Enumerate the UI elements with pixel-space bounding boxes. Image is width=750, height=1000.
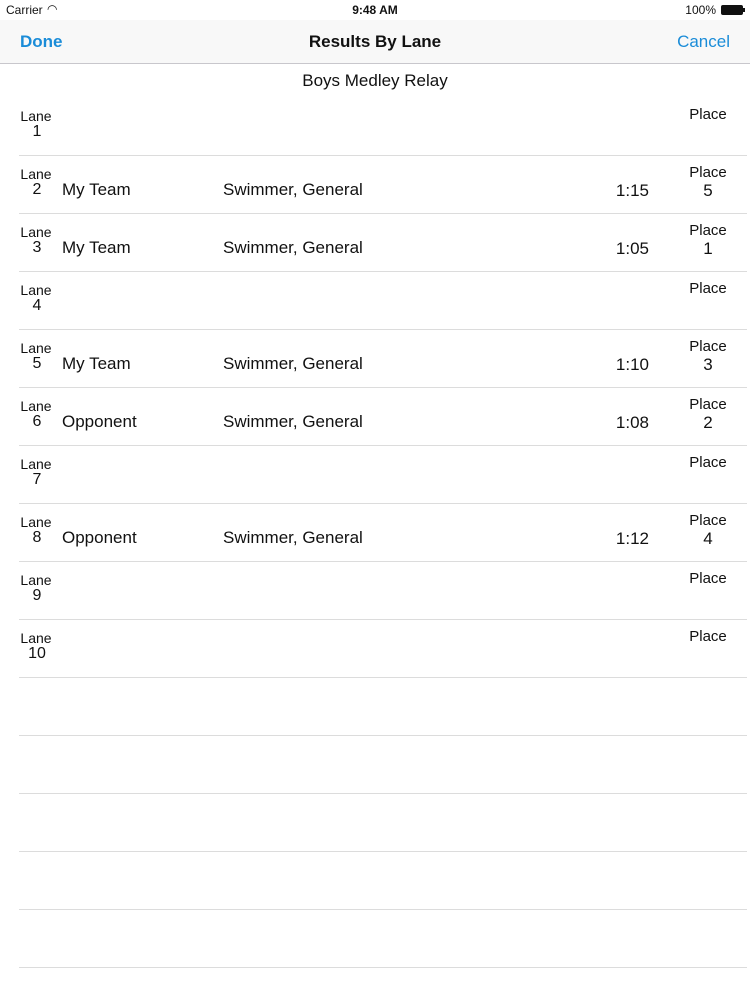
event-title: Boys Medley Relay [302, 71, 448, 90]
lane-row[interactable]: Lane 3 My Team Swimmer, General 1:05 Pla… [19, 214, 747, 272]
lane-row[interactable]: Lane 5 My Team Swimmer, General 1:10 Pla… [19, 330, 747, 388]
swimmer-name: Swimmer, General [223, 354, 363, 373]
team-name: Opponent [62, 412, 137, 431]
lane-number: 5 [32, 355, 42, 372]
result-time: 1:10 [615, 355, 649, 374]
empty-row [19, 736, 747, 794]
lane-number: 3 [32, 239, 42, 256]
lane-label: Lane [20, 514, 52, 530]
team-name: My Team [62, 238, 131, 257]
lane-label: Lane [20, 108, 52, 124]
team-name: My Team [62, 180, 131, 199]
place-label: Place [689, 280, 727, 297]
place-label: Place [689, 106, 727, 123]
empty-row [19, 910, 747, 968]
page-title: Results By Lane [308, 32, 442, 51]
lane-label: Lane [20, 398, 52, 414]
lane-label: Lane [20, 572, 52, 588]
place-label: Place [689, 454, 727, 471]
place-label: Place [689, 512, 727, 529]
lane-row[interactable]: Lane 2 My Team Swimmer, General 1:15 Pla… [19, 156, 747, 214]
navigation-bar: Done Results By Lane Cancel [0, 20, 750, 64]
swimmer-name: Swimmer, General [223, 528, 363, 547]
place-label: Place [689, 222, 727, 239]
place-number: 3 [703, 355, 713, 374]
lane-label: Lane [20, 282, 52, 298]
empty-row [19, 678, 747, 736]
place-label: Place [689, 396, 727, 413]
place-number: 5 [703, 181, 713, 200]
lane-results-list: Lane 1 Place Lane 2 My Team Swimmer, Gen… [19, 98, 747, 968]
battery-icon [721, 5, 745, 15]
lane-number: 4 [32, 297, 42, 314]
result-time: 1:05 [615, 239, 649, 258]
lane-number: 2 [32, 181, 42, 198]
lane-label: Lane [20, 166, 52, 182]
lane-number: 7 [32, 471, 42, 488]
lane-label: Lane [20, 630, 52, 646]
lane-label: Lane [20, 224, 52, 240]
cancel-button[interactable]: Cancel [677, 32, 730, 52]
team-name: My Team [62, 354, 131, 373]
status-time: 9:48 AM [352, 3, 398, 17]
lane-label: Lane [20, 456, 52, 472]
place-label: Place [689, 570, 727, 587]
place-number: 4 [703, 529, 713, 548]
place-label: Place [689, 628, 727, 645]
status-bar: Carrier ◠ 9:48 AM 100% [0, 0, 750, 20]
lane-label: Lane [20, 340, 52, 356]
lane-row[interactable]: Lane 1 Place [19, 98, 747, 156]
result-time: 1:12 [615, 529, 649, 548]
place-number: 1 [703, 239, 713, 258]
lane-row[interactable]: Lane 4 Place [19, 272, 747, 330]
place-number: 2 [703, 413, 713, 432]
lane-number: 10 [28, 645, 46, 662]
swimmer-name: Swimmer, General [223, 238, 363, 257]
empty-row [19, 794, 747, 852]
lane-number: 8 [32, 529, 42, 546]
swimmer-name: Swimmer, General [223, 412, 363, 431]
lane-number: 6 [32, 413, 42, 430]
lane-number: 1 [32, 123, 42, 140]
lane-row[interactable]: Lane 6 Opponent Swimmer, General 1:08 Pl… [19, 388, 747, 446]
place-label: Place [689, 338, 727, 355]
place-label: Place [689, 164, 727, 181]
empty-row [19, 852, 747, 910]
team-name: Opponent [62, 528, 137, 547]
result-time: 1:08 [615, 413, 649, 432]
lane-row[interactable]: Lane 10 Place [19, 620, 747, 678]
lane-row[interactable]: Lane 9 Place [19, 562, 747, 620]
lane-number: 9 [32, 587, 42, 604]
swimmer-name: Swimmer, General [223, 180, 363, 199]
battery-percent: 100% [685, 3, 716, 17]
lane-row[interactable]: Lane 7 Place [19, 446, 747, 504]
lane-row[interactable]: Lane 8 Opponent Swimmer, General 1:12 Pl… [19, 504, 747, 562]
result-time: 1:15 [615, 181, 649, 200]
